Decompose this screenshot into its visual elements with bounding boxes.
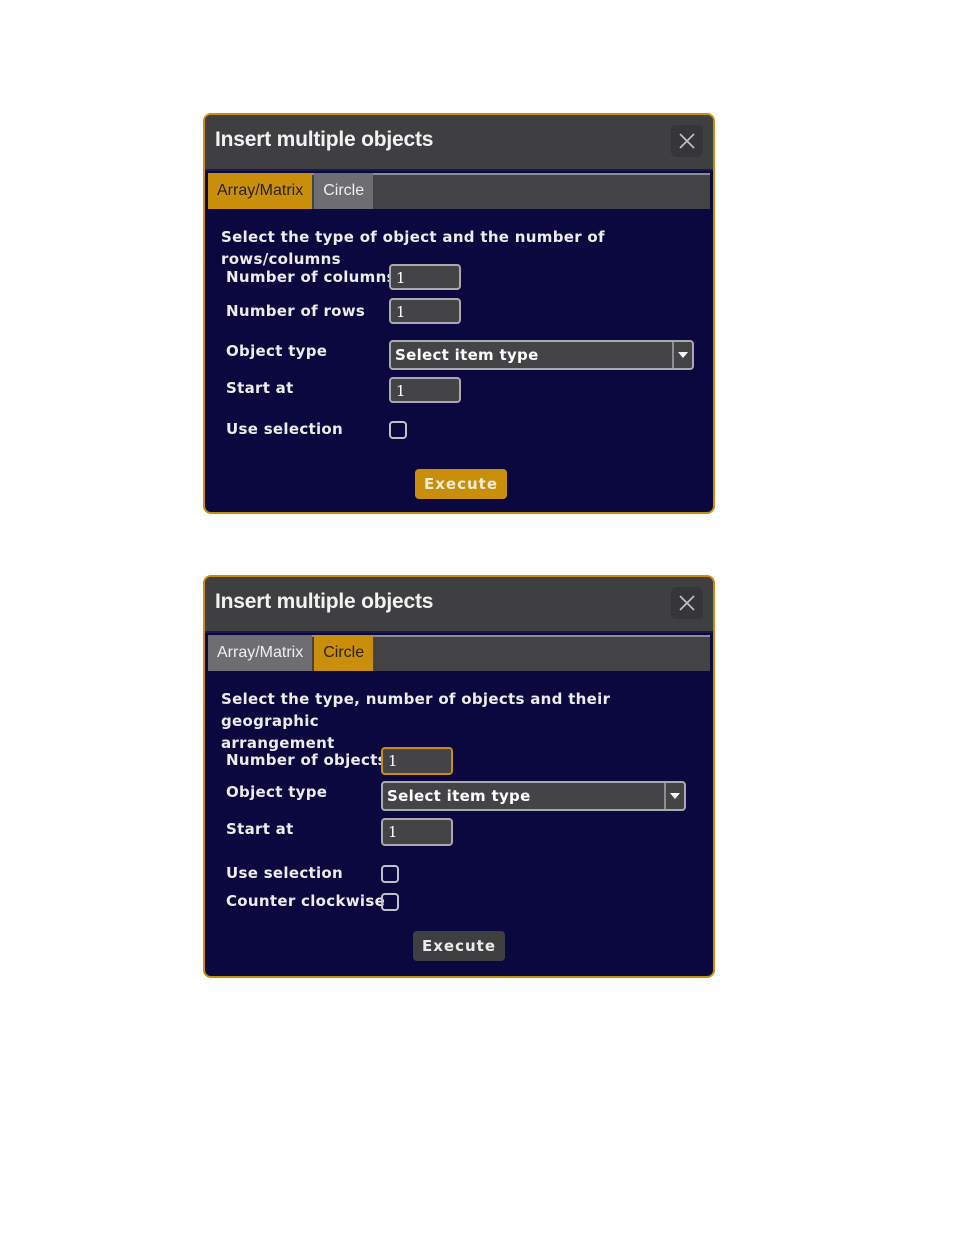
object-type-label: Object type — [226, 342, 328, 360]
use-selection-checkbox[interactable] — [381, 865, 399, 883]
num-objects-row: Number of objects 1 — [226, 747, 697, 777]
dropdown-arrow[interactable] — [672, 342, 692, 368]
tab-bar: Array/Matrix Circle — [208, 173, 710, 209]
tab-circle[interactable]: Circle — [314, 635, 374, 671]
close-icon — [679, 133, 695, 149]
close-button[interactable] — [671, 587, 703, 619]
insert-multiple-objects-dialog-circle: Insert multiple objects Array/Matrix Cir… — [203, 575, 715, 978]
close-button[interactable] — [671, 125, 703, 157]
tab-array-matrix[interactable]: Array/Matrix — [208, 173, 313, 209]
dialog-title: Insert multiple objects — [215, 590, 434, 613]
chevron-down-icon — [678, 352, 688, 358]
execute-button[interactable]: Execute — [413, 931, 505, 961]
columns-row: Number of columns 1 — [226, 264, 697, 294]
execute-button[interactable]: Execute — [415, 469, 507, 499]
start-at-label: Start at — [226, 379, 294, 397]
insert-multiple-objects-dialog-array: Insert multiple objects Array/Matrix Cir… — [203, 113, 715, 514]
use-selection-row: Use selection — [226, 418, 697, 448]
tab-array-matrix[interactable]: Array/Matrix — [208, 635, 313, 671]
dialog-titlebar: Insert multiple objects — [205, 115, 713, 171]
dialog-content: Select the type of object and the number… — [205, 209, 713, 509]
dropdown-arrow[interactable] — [664, 783, 684, 809]
object-type-row: Object type Select item type — [226, 781, 697, 811]
num-objects-input[interactable]: 1 — [381, 747, 453, 775]
object-type-select[interactable]: Select item type — [389, 340, 694, 370]
rows-label: Number of rows — [226, 302, 366, 320]
close-icon — [679, 595, 695, 611]
object-type-selected: Select item type — [395, 346, 539, 364]
rows-row: Number of rows 1 — [226, 298, 697, 328]
start-at-input[interactable]: 1 — [381, 818, 453, 846]
use-selection-label: Use selection — [226, 864, 344, 882]
tab-circle[interactable]: Circle — [314, 173, 374, 209]
use-selection-row: Use selection — [226, 862, 697, 892]
columns-label: Number of columns — [226, 268, 396, 286]
start-at-row: Start at 1 — [226, 377, 697, 407]
chevron-down-icon — [670, 793, 680, 799]
start-at-label: Start at — [226, 820, 294, 838]
use-selection-label: Use selection — [226, 420, 344, 438]
num-objects-label: Number of objects — [226, 751, 387, 769]
object-type-selected: Select item type — [387, 787, 531, 805]
use-selection-checkbox[interactable] — [389, 421, 407, 439]
start-at-input[interactable]: 1 — [389, 377, 461, 403]
counter-clockwise-label: Counter clockwise — [226, 892, 386, 910]
instructions-text: Select the type, number of objects and t… — [221, 688, 713, 754]
dialog-title: Insert multiple objects — [215, 128, 434, 151]
counter-clockwise-checkbox[interactable] — [381, 893, 399, 911]
object-type-label: Object type — [226, 783, 328, 801]
counter-clockwise-row: Counter clockwise — [226, 890, 697, 920]
tab-bar: Array/Matrix Circle — [208, 635, 710, 671]
instructions-line-1: Select the type, number of objects and t… — [221, 690, 611, 730]
start-at-row: Start at 1 — [226, 818, 697, 848]
dialog-content: Select the type, number of objects and t… — [205, 671, 713, 976]
object-type-row: Object type Select item type — [226, 340, 697, 370]
columns-input[interactable]: 1 — [389, 264, 461, 290]
dialog-titlebar: Insert multiple objects — [205, 577, 713, 633]
rows-input[interactable]: 1 — [389, 298, 461, 324]
object-type-select[interactable]: Select item type — [381, 781, 686, 811]
